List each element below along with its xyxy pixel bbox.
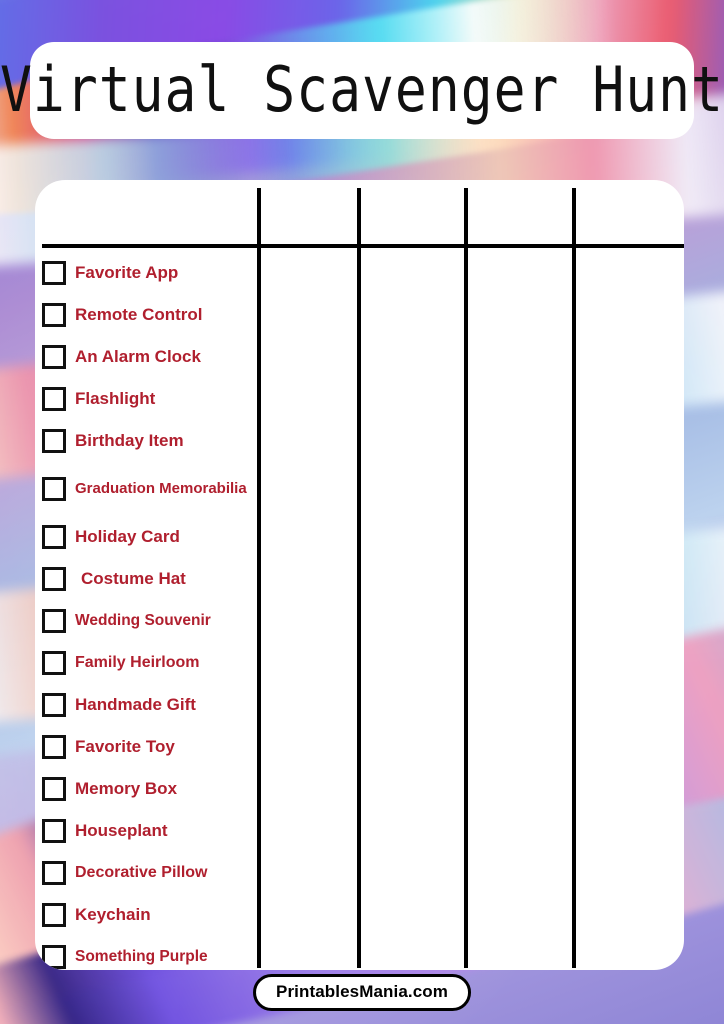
list-item[interactable]: Birthday Item bbox=[42, 420, 264, 462]
list-item-label: Decorative Pillow bbox=[75, 864, 208, 882]
list-item-label: Remote Control bbox=[75, 304, 203, 324]
list-item-label: Houseplant bbox=[75, 820, 168, 840]
list-item[interactable]: Graduation Memorabilia bbox=[42, 462, 264, 516]
list-item[interactable]: Something Purple bbox=[42, 936, 264, 970]
checkbox-icon[interactable] bbox=[42, 345, 66, 369]
list-item[interactable]: Flashlight bbox=[42, 378, 264, 420]
checkbox-icon[interactable] bbox=[42, 735, 66, 759]
list-item[interactable]: Decorative Pillow bbox=[42, 852, 264, 894]
checkbox-icon[interactable] bbox=[42, 429, 66, 453]
list-item-label: Favorite App bbox=[75, 262, 179, 282]
list-item-label: Costume Hat bbox=[81, 568, 186, 588]
watermark-badge: PrintablesMania.com bbox=[253, 974, 471, 1011]
list-item[interactable]: Favorite App bbox=[42, 252, 264, 294]
list-item-label: Flashlight bbox=[75, 388, 156, 408]
list-item[interactable]: Wedding Souvenir bbox=[42, 600, 264, 642]
title-card: Virtual Scavenger Hunt bbox=[0, 42, 723, 139]
page-title: Virtual Scavenger Hunt bbox=[0, 54, 724, 127]
list-item-label: Memory Box bbox=[75, 778, 178, 798]
checkbox-icon[interactable] bbox=[42, 693, 66, 717]
list-item[interactable]: Holiday Card bbox=[42, 516, 264, 558]
list-item[interactable]: Costume Hat bbox=[42, 558, 264, 600]
checkbox-icon[interactable] bbox=[42, 477, 66, 501]
list-item-label: Something Purple bbox=[75, 948, 208, 966]
list-item-label: Favorite Toy bbox=[75, 736, 175, 756]
header-divider bbox=[42, 244, 684, 248]
list-item-label: Wedding Souvenir bbox=[75, 612, 211, 630]
list-item[interactable]: Houseplant bbox=[42, 810, 264, 852]
list-item-label: Keychain bbox=[75, 904, 151, 924]
column-divider-2 bbox=[357, 188, 361, 968]
list-item[interactable]: Handmade Gift bbox=[42, 684, 264, 726]
checkbox-icon[interactable] bbox=[42, 903, 66, 927]
checklist: Favorite App Remote Control An Alarm Clo… bbox=[42, 252, 264, 970]
list-item[interactable]: Family Heirloom bbox=[42, 642, 264, 684]
checkbox-icon[interactable] bbox=[42, 777, 66, 801]
list-item-label: Handmade Gift bbox=[75, 694, 196, 714]
checkbox-icon[interactable] bbox=[42, 387, 66, 411]
checkbox-icon[interactable] bbox=[42, 303, 66, 327]
list-item[interactable]: Keychain bbox=[42, 894, 264, 936]
checkbox-icon[interactable] bbox=[42, 567, 66, 591]
checkbox-icon[interactable] bbox=[42, 861, 66, 885]
worksheet-card: Favorite App Remote Control An Alarm Clo… bbox=[35, 180, 684, 970]
list-item[interactable]: Favorite Toy bbox=[42, 726, 264, 768]
list-item-label: Birthday Item bbox=[75, 430, 184, 450]
checkbox-icon[interactable] bbox=[42, 609, 66, 633]
list-item-label: Holiday Card bbox=[75, 526, 180, 546]
checkbox-icon[interactable] bbox=[42, 945, 66, 969]
column-divider-4 bbox=[572, 188, 576, 968]
list-item[interactable]: An Alarm Clock bbox=[42, 336, 264, 378]
checkbox-icon[interactable] bbox=[42, 261, 66, 285]
list-item[interactable]: Remote Control bbox=[42, 294, 264, 336]
checkbox-icon[interactable] bbox=[42, 819, 66, 843]
list-item-label: Family Heirloom bbox=[75, 654, 200, 672]
list-item-label: Graduation Memorabilia bbox=[75, 479, 247, 497]
column-divider-3 bbox=[464, 188, 468, 968]
list-item-label: An Alarm Clock bbox=[75, 346, 201, 366]
checkbox-icon[interactable] bbox=[42, 525, 66, 549]
checkbox-icon[interactable] bbox=[42, 651, 66, 675]
list-item[interactable]: Memory Box bbox=[42, 768, 264, 810]
